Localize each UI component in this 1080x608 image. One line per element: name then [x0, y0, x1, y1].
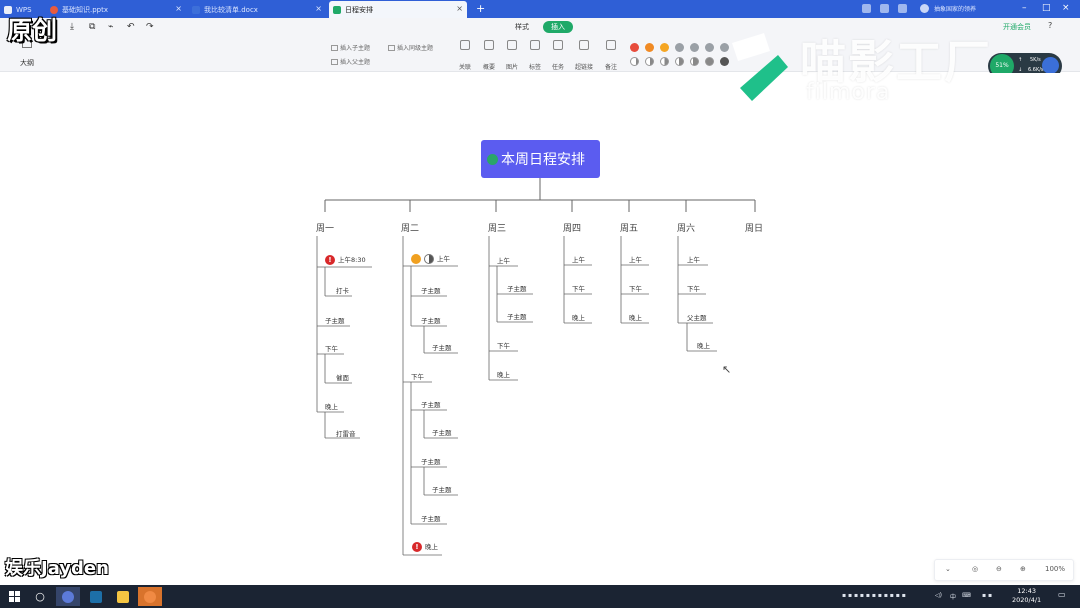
- topic-node[interactable]: 子主题: [421, 315, 441, 325]
- topic-node[interactable]: 打雷音: [336, 428, 356, 438]
- topic-node[interactable]: 子主题: [421, 456, 441, 466]
- taskbar: ○ ▪ ▪ ▪ ▪ ▪ ▪ ▪ ▪ ▪ ▪ ▪ ◁) 中 ⌨ ▪ ▪ 12:43…: [0, 585, 1080, 608]
- taskbar-app-editor[interactable]: [84, 587, 108, 606]
- topic-node[interactable]: 下午: [687, 283, 700, 293]
- volume-icon[interactable]: ◁): [935, 592, 942, 599]
- fit-icon[interactable]: ⌄: [945, 565, 951, 573]
- topic-node[interactable]: 子主题: [421, 285, 441, 295]
- topic-node[interactable]: 子主题: [432, 427, 452, 437]
- topic-node[interactable]: 子主题: [325, 315, 345, 325]
- taskbar-app-wps[interactable]: [56, 587, 80, 606]
- editor-app-icon: [90, 590, 102, 603]
- topic-node[interactable]: 上午: [629, 254, 642, 264]
- day-topic-tue[interactable]: 周二: [401, 221, 419, 234]
- priority-orange-icon: [411, 254, 421, 264]
- topic-node[interactable]: 上午: [572, 254, 585, 264]
- zoom-in-icon[interactable]: ⊕: [1020, 565, 1026, 573]
- screen: WPS 基础知识.pptx × 我比较清单.docx × 日程安排 × + 抽象…: [0, 0, 1080, 608]
- progress-half-icon: [424, 254, 434, 264]
- topic-node[interactable]: 子主题: [432, 342, 452, 352]
- topic-node[interactable]: 上午: [687, 254, 700, 264]
- priority-alert-icon: !: [412, 542, 422, 552]
- day-topic-sat[interactable]: 周六: [677, 221, 695, 234]
- topic-node[interactable]: 父主题: [687, 312, 707, 322]
- priority-alert-icon: !: [325, 255, 335, 265]
- search-button[interactable]: ○: [28, 587, 52, 606]
- topic-node[interactable]: 晚上: [697, 340, 710, 350]
- root-topic-label: 本周日程安排: [501, 152, 585, 168]
- day-topic-fri[interactable]: 周五: [620, 221, 638, 234]
- taskbar-app-explorer[interactable]: [111, 587, 135, 606]
- clock-time: 12:43: [1017, 587, 1036, 595]
- zoom-out-icon[interactable]: ⊖: [996, 565, 1002, 573]
- topic-node[interactable]: 晚上: [497, 369, 510, 379]
- recorder-app-icon: [144, 590, 156, 603]
- clock[interactable]: 12:43 2020/4/1: [1012, 587, 1041, 605]
- search-icon: ○: [35, 590, 45, 603]
- topic-node[interactable]: 上午: [411, 253, 450, 264]
- tray-app-icon[interactable]: ▪ ▪: [982, 592, 992, 599]
- topic-node[interactable]: 晚上: [325, 401, 338, 411]
- tray-icons[interactable]: ▪ ▪ ▪ ▪ ▪ ▪ ▪ ▪ ▪ ▪ ▪: [842, 592, 906, 599]
- clock-date: 2020/4/1: [1012, 596, 1042, 604]
- topic-node[interactable]: 子主题: [507, 283, 527, 293]
- center-icon[interactable]: ◎: [972, 565, 978, 573]
- topic-node[interactable]: 晚上: [629, 312, 642, 322]
- day-topic-mon[interactable]: 周一: [316, 221, 334, 234]
- windows-icon: [8, 591, 20, 602]
- topic-node[interactable]: ! 晚上: [412, 541, 438, 552]
- topic-node[interactable]: 下午: [629, 283, 642, 293]
- topic-node[interactable]: 子主题: [421, 399, 441, 409]
- taskbar-app-recorder[interactable]: [138, 587, 162, 606]
- day-topic-sun[interactable]: 周日: [745, 221, 763, 234]
- root-topic[interactable]: 本周日程安排: [481, 140, 600, 178]
- language-indicator[interactable]: 中: [950, 592, 956, 601]
- keyboard-icon[interactable]: ⌨: [962, 592, 971, 599]
- wps-app-icon: [62, 590, 74, 603]
- original-badge: 原创: [7, 16, 58, 45]
- topic-node[interactable]: 子主题: [421, 513, 441, 523]
- notification-icon[interactable]: ▭: [1058, 590, 1066, 599]
- zoom-bar: ⌄ ◎ ⊖ ⊕ 100%: [934, 559, 1074, 581]
- topic-node[interactable]: 下午: [325, 343, 338, 353]
- topic-node[interactable]: 晚上: [572, 312, 585, 322]
- folder-icon: [117, 590, 129, 603]
- topic-node[interactable]: 上午: [497, 255, 510, 265]
- filmora-logo-icon: [732, 33, 788, 101]
- topic-node[interactable]: 催面: [336, 372, 349, 382]
- topic-node[interactable]: 打卡: [336, 285, 349, 295]
- day-topic-wed[interactable]: 周三: [488, 221, 506, 234]
- brand-sub-watermark: filmora: [806, 80, 891, 105]
- mouse-cursor-icon: ↖: [722, 363, 732, 376]
- topic-marker-icon: [487, 153, 498, 165]
- topic-node[interactable]: 下午: [572, 283, 585, 293]
- creator-watermark: 娱乐Jayden: [5, 558, 109, 579]
- zoom-level[interactable]: 100%: [1045, 565, 1065, 573]
- day-topic-thu[interactable]: 周四: [563, 221, 581, 234]
- topic-node[interactable]: 子主题: [507, 311, 527, 321]
- topic-node[interactable]: 下午: [497, 340, 510, 350]
- topic-node[interactable]: 下午: [411, 371, 424, 381]
- start-button[interactable]: [2, 587, 26, 606]
- topic-node[interactable]: ! 上午8:30: [325, 254, 366, 265]
- topic-node[interactable]: 子主题: [432, 484, 452, 494]
